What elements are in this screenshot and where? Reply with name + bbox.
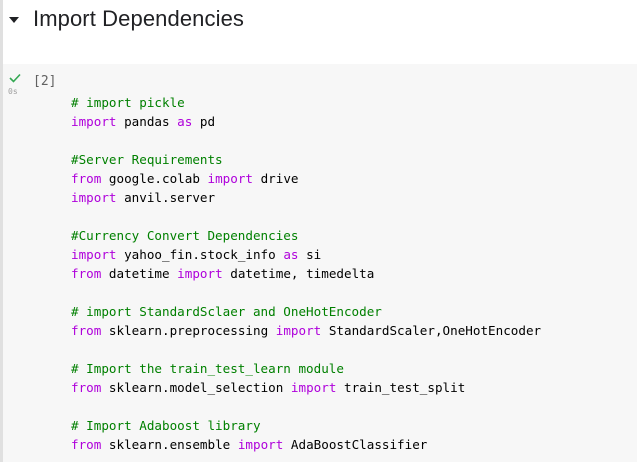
- code-line[interactable]: # import StandardSclaer and OneHotEncode…: [71, 302, 633, 321]
- code-line[interactable]: [71, 397, 633, 416]
- code-keyword: from: [71, 323, 102, 338]
- code-line[interactable]: # Import the train_test_learn module: [71, 359, 633, 378]
- code-line[interactable]: from sklearn.model_selection import trai…: [71, 378, 633, 397]
- code-line[interactable]: from sklearn.ensemble import AdaBoostCla…: [71, 435, 633, 454]
- code-keyword: import: [71, 247, 117, 262]
- code-line[interactable]: [71, 131, 633, 150]
- code-text: pandas: [116, 114, 178, 129]
- collapse-caret-icon[interactable]: [9, 17, 19, 23]
- code-keyword: import: [237, 437, 284, 452]
- code-line[interactable]: from google.colab import drive: [71, 169, 633, 188]
- code-comment: #Currency Convert Dependencies: [71, 228, 299, 243]
- code-text: datetime: [101, 266, 178, 281]
- code-text: google.colab: [101, 171, 208, 186]
- code-line[interactable]: # Import Adaboost library: [71, 416, 633, 435]
- code-comment: # Import the train_test_learn module: [71, 361, 344, 376]
- code-keyword: as: [283, 247, 299, 262]
- code-text: pd: [192, 114, 216, 129]
- code-text: anvil.server: [116, 190, 216, 205]
- code-text: sklearn.preprocessing: [101, 323, 276, 338]
- code-text: StandardScaler,OneHotEncoder: [321, 323, 542, 338]
- section-title: Import Dependencies: [33, 6, 245, 31]
- code-line[interactable]: [71, 340, 633, 359]
- code-comment: # import pickle: [71, 95, 185, 110]
- code-keyword: import: [71, 190, 117, 205]
- execution-time: 0s: [8, 87, 18, 96]
- code-text: yahoo_fin.stock_info: [116, 247, 284, 262]
- code-keyword: from: [71, 171, 102, 186]
- cell-gutter: 0s: [3, 64, 29, 124]
- code-text: sklearn.ensemble: [101, 437, 238, 452]
- code-cell[interactable]: 0s [2] # import pickle import pandas as p…: [3, 64, 637, 462]
- code-line[interactable]: from datetime import datetime, timedelta: [71, 264, 633, 283]
- code-keyword: import: [290, 380, 337, 395]
- execution-count[interactable]: [2]: [33, 74, 56, 89]
- code-text: AdaBoostClassifier: [283, 437, 428, 452]
- code-text: sklearn.model_selection: [101, 380, 291, 395]
- code-line[interactable]: [71, 207, 633, 226]
- code-line[interactable]: import pandas as pd: [71, 112, 633, 131]
- code-editor[interactable]: # import pickle import pandas as pd #Serve…: [71, 93, 633, 454]
- code-line[interactable]: [71, 283, 633, 302]
- code-line[interactable]: #Server Requirements: [71, 150, 633, 169]
- code-line[interactable]: import yahoo_fin.stock_info as si: [71, 245, 633, 264]
- section-header[interactable]: Import Dependencies: [8, 0, 244, 38]
- code-keyword: from: [71, 380, 102, 395]
- check-icon: [9, 73, 21, 83]
- code-text: datetime, timedelta: [222, 266, 375, 281]
- code-keyword: import: [177, 266, 223, 281]
- code-text: train_test_split: [336, 380, 466, 395]
- code-comment: # import StandardSclaer and OneHotEncode…: [71, 304, 382, 319]
- code-keyword: import: [207, 171, 254, 186]
- code-line[interactable]: # import pickle: [71, 93, 633, 112]
- code-line[interactable]: from sklearn.preprocessing import Standa…: [71, 321, 633, 340]
- code-line[interactable]: #Currency Convert Dependencies: [71, 226, 633, 245]
- code-keyword: import: [275, 323, 322, 338]
- code-comment: # Import Adaboost library: [71, 418, 261, 433]
- code-keyword: as: [177, 114, 193, 129]
- code-keyword: from: [71, 437, 102, 452]
- code-keyword: from: [71, 266, 102, 281]
- code-line[interactable]: import anvil.server: [71, 188, 633, 207]
- code-text: drive: [253, 171, 299, 186]
- code-comment: #Server Requirements: [71, 152, 223, 167]
- code-text: si: [298, 247, 322, 262]
- code-keyword: import: [71, 114, 117, 129]
